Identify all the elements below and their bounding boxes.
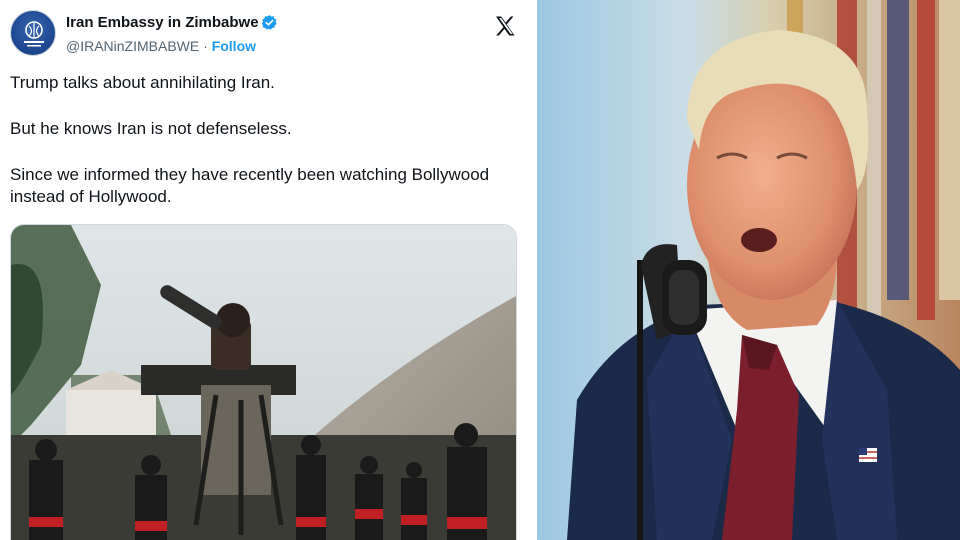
emblem-icon [24,21,44,47]
tweet-paragraph: But he knows Iran is not defenseless. [10,119,292,138]
tweet-body: Trump talks about annihilating Iran. But… [10,72,510,208]
display-name[interactable]: Iran Embassy in Zimbabwe [66,14,259,31]
tweet-paragraph: Trump talks about annihilating Iran. [10,73,275,92]
handle[interactable]: @IRANinZIMBABWE [66,38,199,54]
video-still-image [11,225,516,540]
tweet-header: Iran Embassy in Zimbabwe @IRANinZIMBABWE… [10,10,520,60]
separator: · [203,38,208,54]
verified-badge-icon [261,15,277,30]
handle-row: @IRANinZIMBABWE · Follow [66,38,256,54]
speaker-photo-image [537,0,960,540]
follow-button[interactable]: Follow [212,38,256,54]
embassy-avatar[interactable] [10,10,56,56]
tweet-video-still[interactable] [10,224,517,540]
tweet-paragraph: Since we informed they have recently bee… [10,165,490,206]
x-logo-icon[interactable] [493,14,517,38]
speaker-photo [537,0,960,540]
image-divider [530,0,537,540]
tweet-card: Iran Embassy in Zimbabwe @IRANinZIMBABWE… [0,0,530,540]
